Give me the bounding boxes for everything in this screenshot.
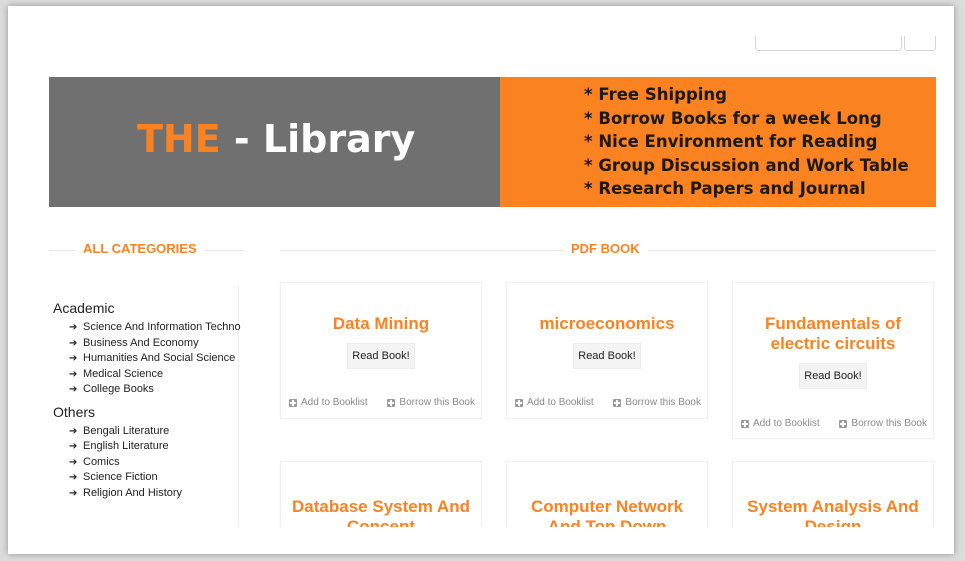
- borrow-book-label: Borrow this Book: [625, 397, 701, 408]
- feature-list: * Free Shipping * Borrow Books for a wee…: [584, 83, 909, 201]
- plus-square-icon: [839, 419, 848, 428]
- book-title[interactable]: Fundamentals of electric circuits: [733, 314, 933, 354]
- category-item[interactable]: ➔ Business And Economy: [49, 336, 249, 352]
- feature-item: * Group Discussion and Work Table: [584, 155, 909, 175]
- category-item[interactable]: ➔ Comics: [49, 455, 249, 471]
- plus-square-icon: [387, 398, 396, 407]
- banner-features-panel: * Free Shipping * Borrow Books for a wee…: [500, 77, 936, 207]
- plus-square-icon: [613, 398, 622, 407]
- category-item[interactable]: ➔ Humanities And Social Science: [49, 351, 249, 367]
- category-item-label: Science And Information Techno: [83, 321, 241, 333]
- borrow-book-link[interactable]: Borrow this Book: [387, 397, 475, 408]
- page: THE - Library * Free Shipping * Borrow B…: [8, 6, 954, 554]
- category-item[interactable]: ➔ Medical Science: [49, 367, 249, 383]
- borrow-book-label: Borrow this Book: [399, 397, 475, 408]
- borrow-book-link[interactable]: Borrow this Book: [613, 397, 701, 408]
- add-to-booklist-link[interactable]: Add to Booklist: [515, 397, 594, 408]
- category-item-label: Comics: [83, 455, 120, 468]
- book-card: Fundamentals of electric circuits Read B…: [732, 282, 934, 439]
- arrow-right-icon: ➔: [69, 472, 78, 483]
- categories-heading-block: ALL CATEGORIES: [49, 241, 244, 261]
- arrow-right-icon: ➔: [69, 337, 78, 349]
- category-item[interactable]: ➔ Science And Information Techno: [49, 320, 249, 336]
- book-actions: Add to Booklist Borrow this Book: [741, 418, 927, 429]
- category-sidebar: Academic ➔ Science And Information Techno…: [49, 294, 249, 534]
- read-book-button[interactable]: Read Book!: [573, 343, 641, 369]
- category-item[interactable]: ➔ Religion And History: [49, 486, 249, 502]
- feature-item: * Research Papers and Journal: [584, 179, 866, 198]
- category-item-label: Business And Economy: [83, 336, 199, 349]
- category-item-label: Religion And History: [83, 486, 183, 499]
- plus-square-icon: [741, 419, 749, 428]
- book-actions: Add to Booklist Borrow this Book: [289, 397, 475, 408]
- read-book-button[interactable]: Read Book!: [347, 343, 415, 369]
- category-item-label: Bengali Literature: [83, 424, 170, 437]
- book-title[interactable]: microeconomics: [507, 314, 707, 334]
- plus-square-icon: [289, 398, 297, 407]
- add-to-booklist-label: Add to Booklist: [753, 418, 820, 429]
- category-item-label: Humanities And Social Science: [83, 352, 236, 364]
- borrow-book-link[interactable]: Borrow this Book: [839, 418, 927, 429]
- category-item[interactable]: ➔ English Literature: [49, 439, 249, 455]
- arrow-right-icon: ➔: [69, 441, 78, 452]
- arrow-right-icon: ➔: [69, 384, 78, 395]
- search-button[interactable]: [904, 36, 936, 51]
- category-item[interactable]: ➔ Science Fiction: [49, 470, 249, 486]
- pdf-book-heading: PDF BOOK: [563, 241, 648, 256]
- pdf-heading-block: PDF BOOK: [280, 241, 936, 261]
- category-item[interactable]: ➔ Bengali Literature: [49, 424, 249, 440]
- site-logo[interactable]: THE - Library: [137, 117, 415, 161]
- plus-square-icon: [515, 398, 523, 407]
- arrow-right-icon: ➔: [69, 425, 78, 437]
- banner-logo-panel: THE - Library: [49, 77, 500, 207]
- borrow-book-label: Borrow this Book: [851, 418, 927, 429]
- book-title[interactable]: Data Mining: [281, 314, 481, 334]
- arrow-right-icon: ➔: [69, 456, 78, 468]
- page-bottom-edge: [8, 527, 954, 554]
- arrow-right-icon: ➔: [69, 368, 78, 380]
- arrow-right-icon: ➔: [69, 353, 78, 364]
- category-item-label: Science Fiction: [83, 471, 158, 483]
- arrow-right-icon: ➔: [69, 487, 78, 499]
- logo-text: - Library: [220, 117, 416, 161]
- book-card: Data Mining Read Book! Add to Booklist B…: [280, 282, 482, 419]
- category-item-label: English Literature: [83, 440, 169, 452]
- search-input[interactable]: [755, 36, 902, 51]
- add-to-booklist-label: Add to Booklist: [527, 397, 594, 408]
- arrow-right-icon: ➔: [69, 322, 78, 333]
- read-book-button[interactable]: Read Book!: [799, 363, 867, 389]
- add-to-booklist-label: Add to Booklist: [301, 397, 368, 408]
- feature-item: * Free Shipping: [584, 85, 727, 104]
- category-item-label: Medical Science: [83, 367, 164, 380]
- hero-banner: THE - Library * Free Shipping * Borrow B…: [49, 77, 936, 207]
- logo-accent: THE: [137, 117, 221, 161]
- feature-item: * Nice Environment for Reading: [584, 132, 878, 151]
- category-group-others: Others: [53, 403, 96, 420]
- book-card: microeconomics Read Book! Add to Booklis…: [506, 282, 708, 419]
- category-item[interactable]: ➔ College Books: [49, 382, 249, 398]
- book-actions: Add to Booklist Borrow this Book: [515, 397, 701, 408]
- category-group-academic: Academic: [53, 300, 115, 316]
- add-to-booklist-link[interactable]: Add to Booklist: [289, 397, 368, 408]
- categories-heading: ALL CATEGORIES: [75, 241, 205, 256]
- category-item-label: College Books: [83, 383, 154, 395]
- feature-item: * Borrow Books for a week Long: [584, 108, 882, 128]
- add-to-booklist-link[interactable]: Add to Booklist: [741, 418, 820, 429]
